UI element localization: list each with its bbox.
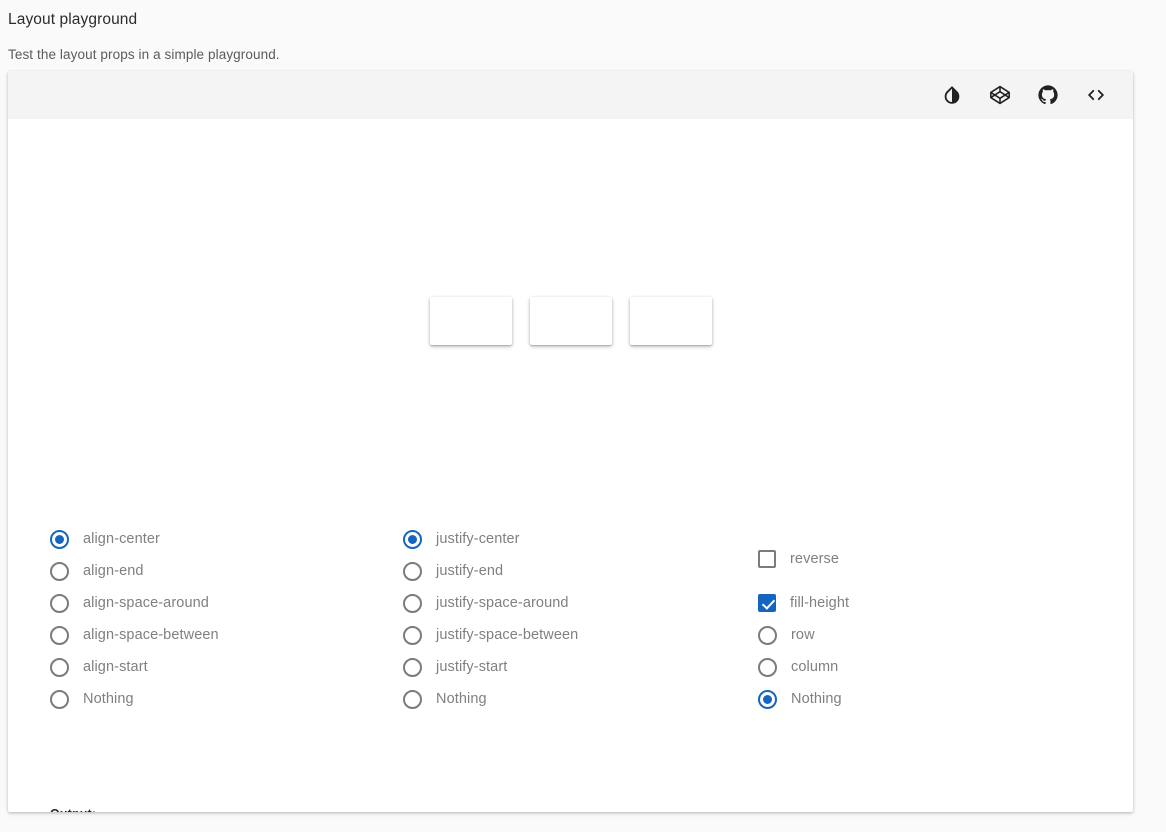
invert-colors-icon[interactable] xyxy=(932,75,972,115)
radio-icon xyxy=(403,657,422,677)
radio-icon xyxy=(50,561,69,581)
option-label: justify-center xyxy=(436,530,520,547)
radio-justify-end[interactable]: justify-end xyxy=(403,555,756,587)
radio-align-start[interactable]: align-start xyxy=(50,651,403,683)
radio-icon xyxy=(50,657,69,677)
option-label: align-space-between xyxy=(83,626,219,643)
option-label: row xyxy=(791,626,815,643)
option-label: align-end xyxy=(83,562,144,579)
option-label: justify-end xyxy=(436,562,504,579)
radio-icon xyxy=(758,689,777,709)
option-label: Nothing xyxy=(436,690,487,707)
radio-justify-space-around[interactable]: justify-space-around xyxy=(403,587,756,619)
radio-icon xyxy=(403,689,422,709)
option-label: align-center xyxy=(83,530,160,547)
code-icon[interactable] xyxy=(1076,75,1116,115)
option-label: justify-space-around xyxy=(436,594,569,611)
radio-justify-nothing[interactable]: Nothing xyxy=(403,683,756,715)
checkbox-reverse[interactable]: reverse xyxy=(758,543,1056,575)
controls-area: align-center align-end align-space-aroun… xyxy=(8,523,1133,715)
option-label: reverse xyxy=(790,550,840,567)
radio-icon xyxy=(403,593,422,613)
layout-box xyxy=(429,297,512,345)
radio-icon xyxy=(758,625,777,645)
justify-radio-group: justify-center justify-end justify-space… xyxy=(403,523,756,715)
radio-direction-column[interactable]: column xyxy=(758,651,1056,683)
radio-icon xyxy=(403,561,422,581)
radio-icon xyxy=(50,593,69,613)
radio-align-space-between[interactable]: align-space-between xyxy=(50,619,403,651)
option-label: Nothing xyxy=(83,690,134,707)
misc-control-group: reverse fill-height row column Nothing xyxy=(756,523,1056,715)
page-title: Layout playground xyxy=(8,11,138,28)
radio-align-space-around[interactable]: align-space-around xyxy=(50,587,403,619)
radio-icon xyxy=(50,529,69,549)
output-label: Output: xyxy=(50,807,465,812)
option-label: align-start xyxy=(83,658,148,675)
github-icon[interactable] xyxy=(1028,75,1068,115)
radio-align-end[interactable]: align-end xyxy=(50,555,403,587)
codepen-icon[interactable] xyxy=(980,75,1020,115)
radio-icon xyxy=(758,657,777,677)
option-label: fill-height xyxy=(790,594,850,611)
checkbox-icon xyxy=(758,594,776,612)
radio-icon xyxy=(403,529,422,549)
radio-icon xyxy=(50,689,69,709)
radio-justify-space-between[interactable]: justify-space-between xyxy=(403,619,756,651)
layout-preview-surface xyxy=(8,119,1133,523)
layout-box xyxy=(529,297,612,345)
option-label: column xyxy=(791,658,839,675)
radio-direction-nothing[interactable]: Nothing xyxy=(758,683,1056,715)
radio-justify-center[interactable]: justify-center xyxy=(403,523,756,555)
radio-direction-row[interactable]: row xyxy=(758,619,1056,651)
radio-align-center[interactable]: align-center xyxy=(50,523,403,555)
option-label: Nothing xyxy=(791,690,842,707)
radio-icon xyxy=(50,625,69,645)
option-label: justify-space-between xyxy=(436,626,579,643)
align-radio-group: align-center align-end align-space-aroun… xyxy=(50,523,403,715)
layout-box xyxy=(629,297,712,345)
option-label: justify-start xyxy=(436,658,508,675)
radio-align-nothing[interactable]: Nothing xyxy=(50,683,403,715)
checkbox-icon xyxy=(758,550,776,568)
output-block: Output: <v-layout align-center justify-c… xyxy=(50,807,465,812)
layout-container xyxy=(8,119,1133,523)
radio-justify-start[interactable]: justify-start xyxy=(403,651,756,683)
checkbox-fill-height[interactable]: fill-height xyxy=(758,587,1056,619)
card-toolbar xyxy=(8,71,1133,119)
page-subtitle: Test the layout props in a simple playgr… xyxy=(8,47,280,62)
page-header: Layout playground Test the layout props … xyxy=(0,0,1166,63)
playground-card: align-center align-end align-space-aroun… xyxy=(8,71,1133,812)
radio-icon xyxy=(403,625,422,645)
option-label: align-space-around xyxy=(83,594,209,611)
